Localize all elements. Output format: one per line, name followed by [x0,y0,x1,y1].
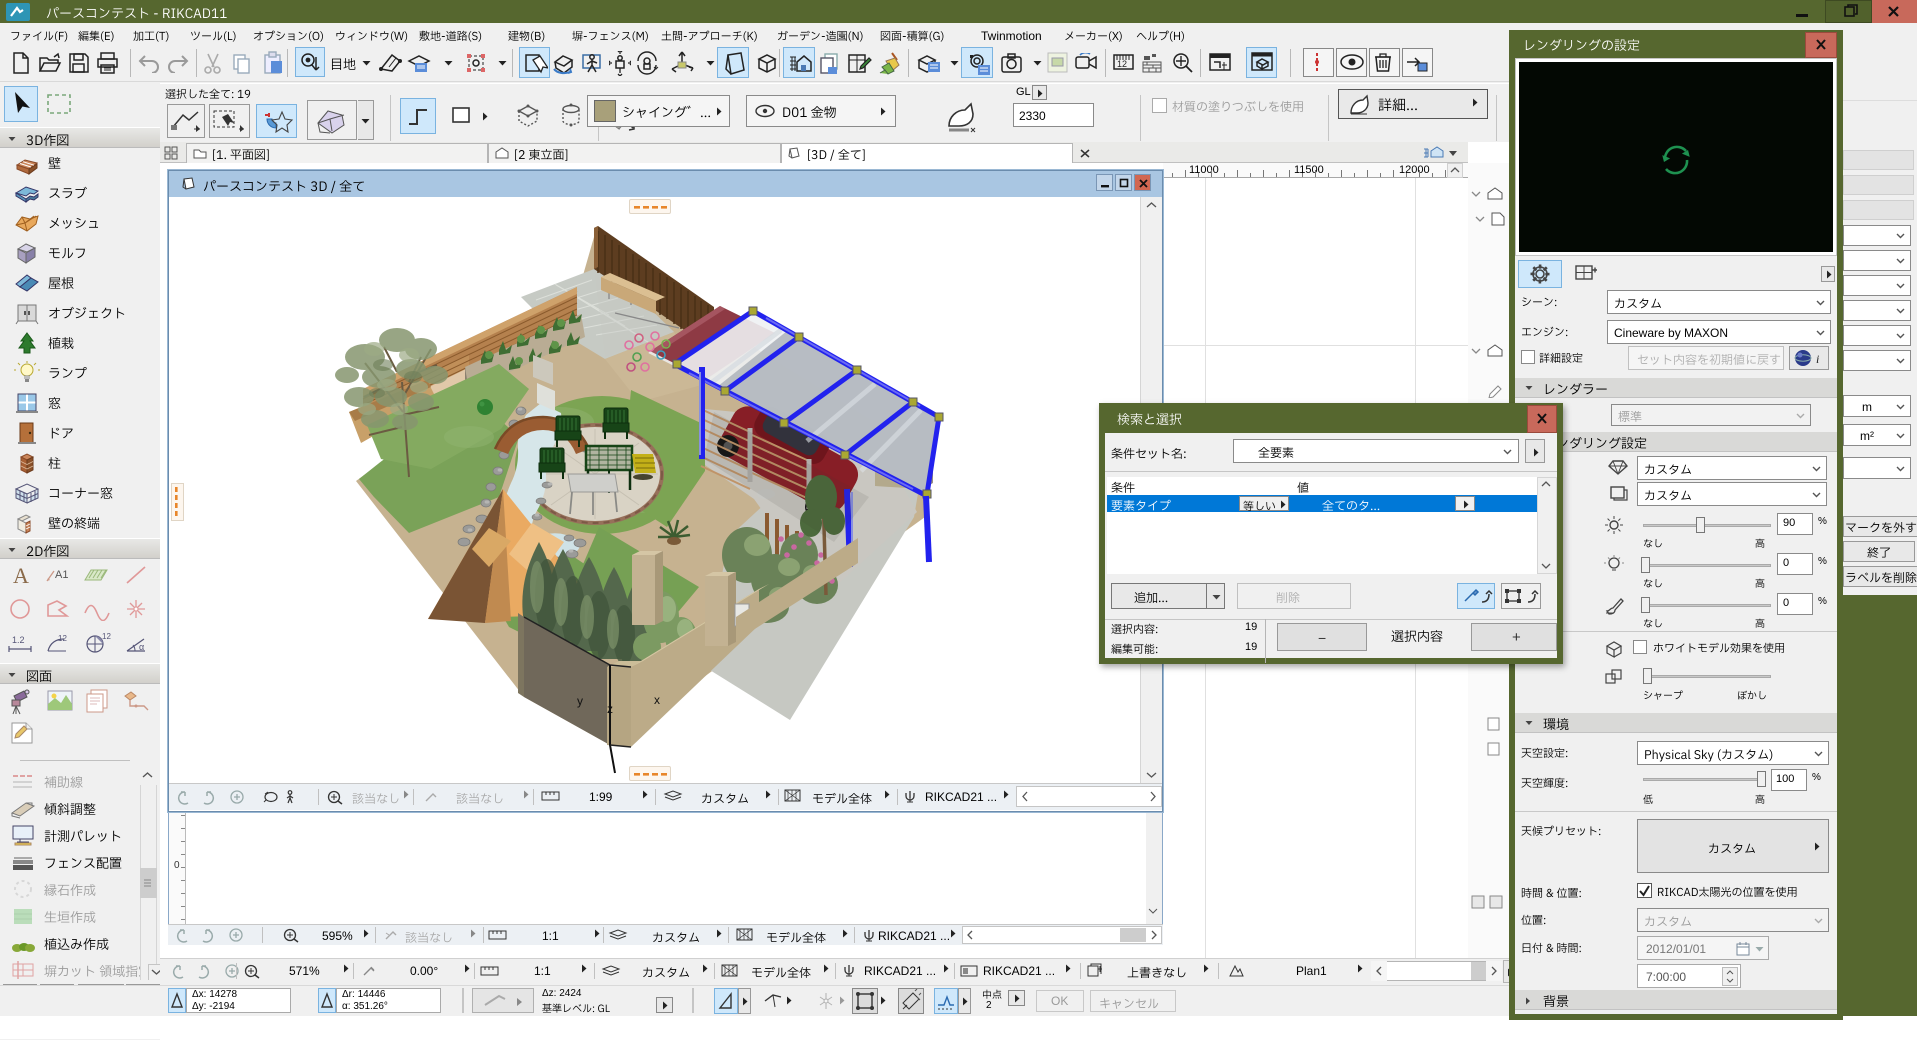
svg-text:α: α [139,642,144,652]
svg-text:z: z [607,702,613,716]
svg-text:12: 12 [58,634,67,643]
svg-text:A: A [13,563,29,587]
svg-text:i: i [1816,352,1819,366]
svg-text:x: x [654,693,660,707]
svg-text:A1: A1 [55,569,68,581]
svg-text:y: y [577,694,583,708]
svg-text:1.2: 1.2 [12,635,25,645]
svg-text:12: 12 [102,632,111,641]
svg-text:12: 12 [1117,59,1127,69]
